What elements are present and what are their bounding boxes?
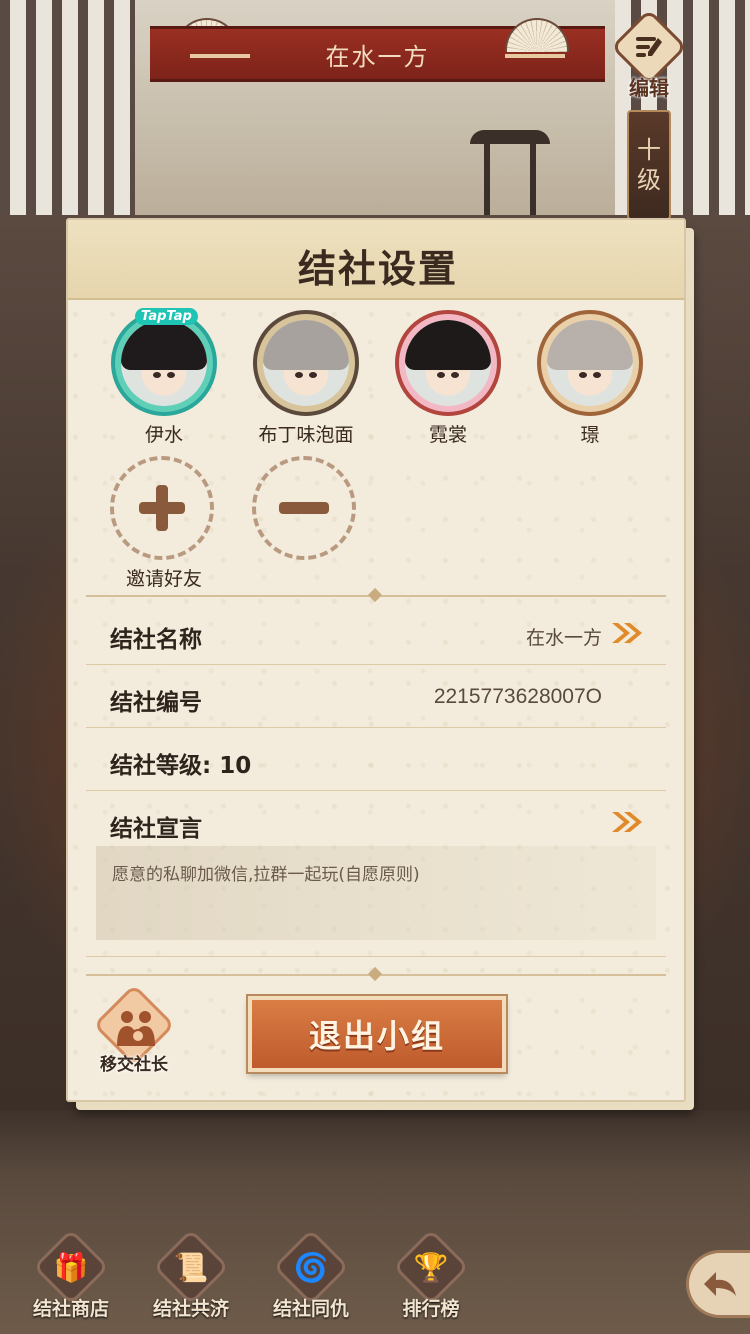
society-id-label: 结社编号	[110, 690, 202, 716]
level-tag-char-2: 级	[637, 166, 661, 194]
society-id-value: 2215773628007O	[433, 685, 602, 708]
taptap-badge: TapTap	[135, 308, 198, 325]
transfer-leader-button[interactable]: 移交社长	[92, 983, 176, 1080]
ranking-icon: 🏆	[413, 1251, 449, 1284]
gift-icon: 🎁	[53, 1251, 89, 1284]
member-card[interactable]: 霓裳	[380, 310, 516, 447]
banner-title: 在水一方	[325, 42, 430, 71]
background-gate	[470, 130, 550, 220]
section-divider	[86, 587, 666, 603]
level-tag-char-1: 十	[637, 136, 661, 164]
nav-ranking[interactable]: 🏆 排行榜	[376, 1228, 486, 1328]
exit-group-label: 退出小组	[308, 1017, 445, 1055]
member-avatar	[537, 310, 643, 416]
invite-friend-label: 邀请好友	[125, 568, 202, 590]
avatar-portrait	[547, 320, 633, 406]
exit-group-button[interactable]: 退出小组	[248, 996, 506, 1072]
nav-label: 排行榜	[402, 1298, 460, 1320]
row-separator	[86, 664, 666, 665]
member-name: 璟	[580, 424, 600, 446]
level-tag: 十 级	[627, 110, 671, 220]
transfer-leader-icon	[117, 1011, 155, 1046]
member-name: 布丁味泡面	[258, 424, 354, 446]
row-separator	[86, 790, 666, 791]
back-arrow-icon	[703, 1272, 736, 1296]
member-name: 伊水	[144, 424, 183, 446]
edit-button[interactable]: 编辑	[610, 8, 688, 104]
nav-label: 结社同仇	[272, 1298, 349, 1320]
double-chevron-right-icon[interactable]	[610, 621, 646, 645]
transfer-leader-label: 移交社长	[100, 1055, 168, 1075]
dialog-title: 结社设置	[297, 246, 458, 291]
nav-society-aid[interactable]: 📜 结社共济	[136, 1228, 246, 1328]
nav-society-shop[interactable]: 🎁 结社商店	[16, 1228, 126, 1328]
member-card[interactable]: TapTap 伊水	[96, 308, 232, 447]
section-divider	[86, 966, 666, 982]
row-separator	[86, 727, 666, 728]
declaration-text: 愿意的私聊加微信,拉群一起玩(自愿原则)	[96, 846, 656, 940]
nav-label: 结社共济	[152, 1298, 229, 1320]
member-name: 霓裳	[428, 424, 467, 446]
society-level-label: 结社等级: 10	[110, 753, 252, 779]
minus-icon	[279, 502, 329, 514]
swirl-icon: 🌀	[293, 1251, 329, 1284]
nav-society-battle[interactable]: 🌀 结社同仇	[256, 1228, 366, 1328]
society-settings-dialog: 结社设置 TapTap 伊水 布丁味泡面 霓裳 璟 邀请好友 结社名称 在水一方…	[66, 218, 686, 1102]
edit-label: 编辑	[629, 76, 669, 100]
declaration-label: 结社宣言	[110, 816, 202, 842]
background-pillars-left	[0, 0, 135, 230]
remove-member-button[interactable]	[252, 456, 356, 560]
avatar-portrait	[405, 320, 491, 406]
avatar-portrait	[121, 320, 207, 406]
member-avatar: TapTap	[111, 308, 217, 416]
scroll-icon: 📜	[173, 1251, 209, 1284]
member-avatar	[395, 310, 501, 416]
invite-friend-button[interactable]	[110, 456, 214, 560]
back-button[interactable]	[686, 1250, 750, 1318]
row-separator	[86, 956, 666, 957]
member-avatar	[253, 310, 359, 416]
society-name-label: 结社名称	[110, 627, 202, 653]
society-name-value[interactable]: 在水一方	[526, 623, 602, 650]
nav-label: 结社商店	[32, 1298, 109, 1320]
member-card[interactable]: 布丁味泡面	[238, 310, 374, 447]
avatar-portrait	[263, 320, 349, 406]
member-card[interactable]: 璟	[522, 310, 658, 447]
double-chevron-right-icon[interactable]	[610, 810, 646, 834]
